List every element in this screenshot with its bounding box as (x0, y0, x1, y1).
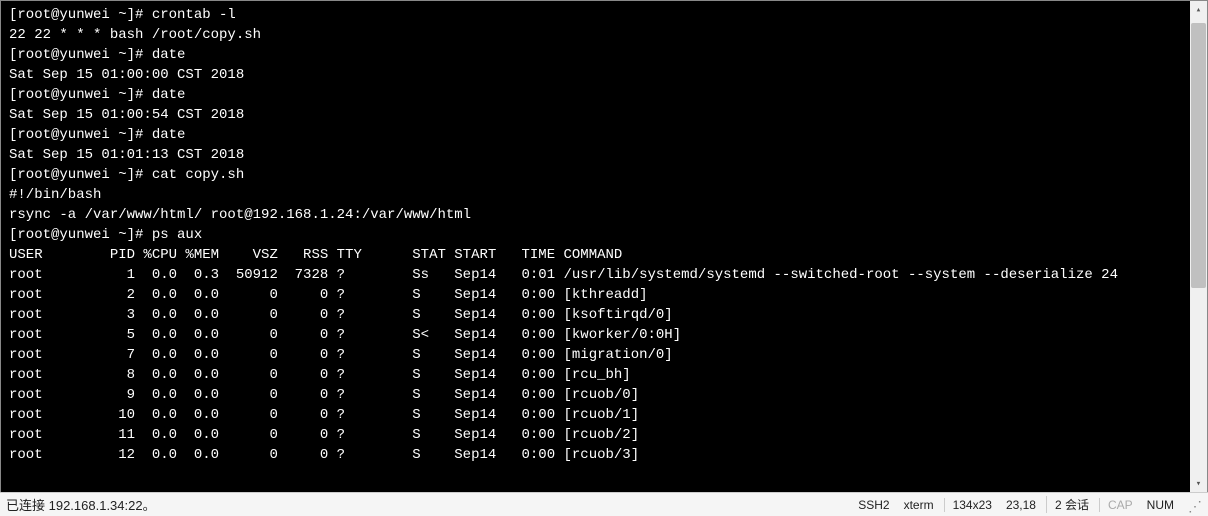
num-lock-indicator: NUM (1143, 498, 1178, 512)
resize-grip-icon[interactable] (1188, 498, 1202, 512)
terminal-size: 134x23 (944, 498, 996, 512)
caps-lock-indicator: CAP (1099, 498, 1137, 512)
terminal-window[interactable]: [root@yunwei ~]# crontab -l 22 22 * * * … (0, 0, 1208, 492)
connection-status: 已连接 192.168.1.34:22。 (6, 495, 854, 514)
terminal-output[interactable]: [root@yunwei ~]# crontab -l 22 22 * * * … (9, 5, 1199, 465)
session-count: 2 会话 (1046, 496, 1093, 513)
status-bar: 已连接 192.168.1.34:22。 SSH2 xterm 134x23 2… (0, 492, 1208, 516)
vertical-scrollbar[interactable]: ▴ ▾ (1190, 1, 1207, 492)
scroll-down-arrow[interactable]: ▾ (1190, 475, 1207, 492)
scroll-up-arrow[interactable]: ▴ (1190, 1, 1207, 18)
cursor-position: 23,18 (1002, 498, 1040, 512)
status-right-group: SSH2 xterm 134x23 23,18 2 会话 CAP NUM (854, 496, 1202, 513)
scrollbar-track[interactable] (1190, 18, 1207, 475)
terminal-type: xterm (900, 498, 938, 512)
scrollbar-thumb[interactable] (1191, 23, 1206, 288)
protocol-label: SSH2 (854, 498, 893, 512)
